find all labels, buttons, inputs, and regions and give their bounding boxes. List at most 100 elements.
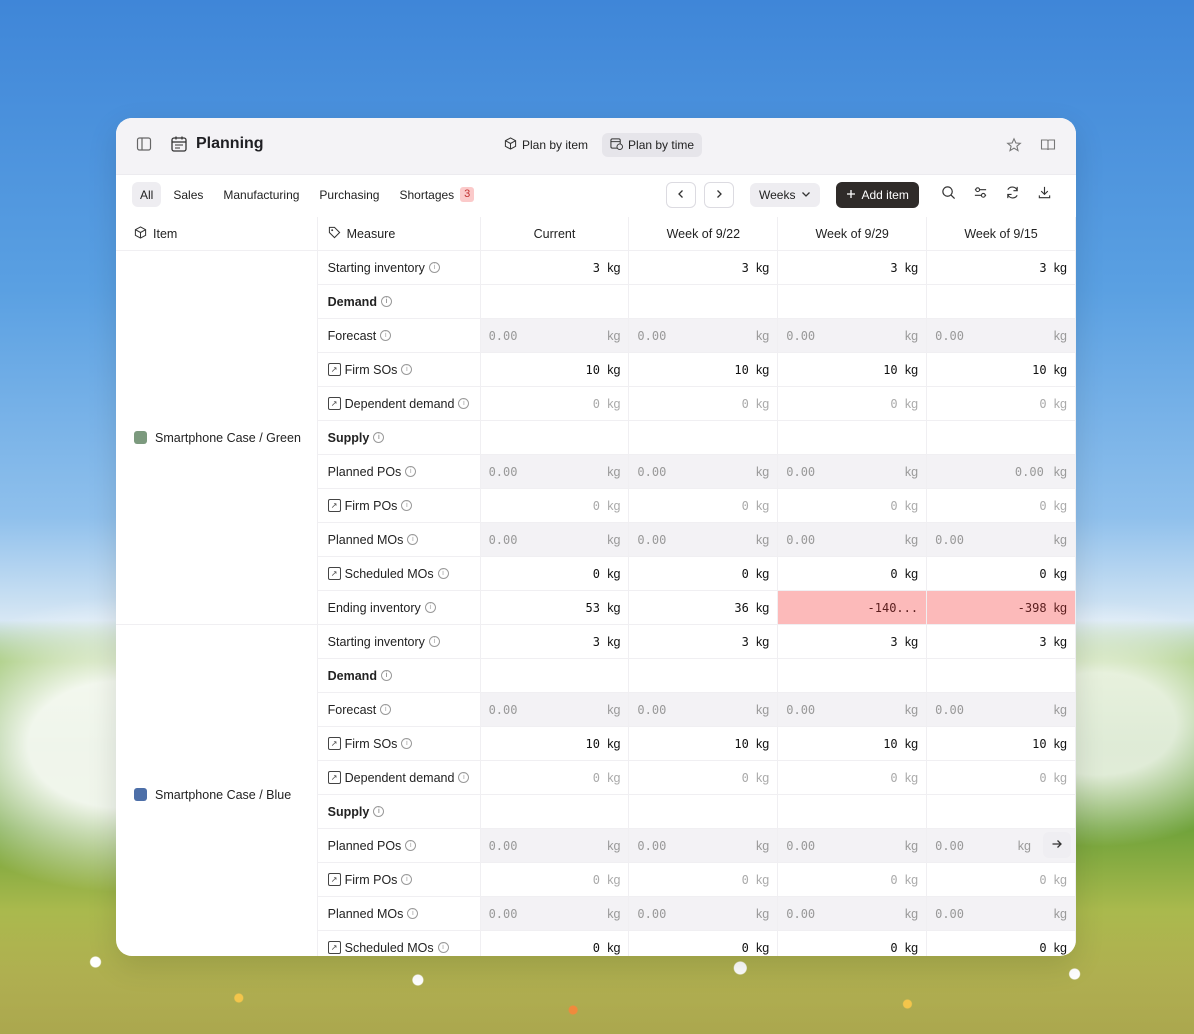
editable-value-cell[interactable]: 0.00 kg xyxy=(628,318,779,353)
value-cell[interactable]: 10 kg xyxy=(628,352,779,387)
book-icon[interactable] xyxy=(1040,137,1056,153)
info-icon[interactable]: i xyxy=(424,602,436,613)
external-link-icon[interactable]: ↗ xyxy=(327,771,341,784)
value-cell[interactable]: 3 kg xyxy=(777,624,928,659)
measure-column-header[interactable]: Measure xyxy=(317,217,481,251)
editable-value-cell[interactable]: 0.00 kg xyxy=(480,896,630,931)
info-icon[interactable]: i xyxy=(405,466,417,477)
value-cell[interactable]: 0 kg xyxy=(777,862,928,897)
value-cell[interactable]: 0 kg xyxy=(777,556,928,591)
external-link-icon[interactable]: ↗ xyxy=(327,737,341,750)
search-icon[interactable] xyxy=(941,185,956,205)
info-icon[interactable]: i xyxy=(428,636,440,647)
info-icon[interactable]: i xyxy=(407,908,419,919)
value-cell[interactable]: 0 kg xyxy=(628,488,779,523)
info-icon[interactable]: i xyxy=(407,534,419,545)
editable-value-cell[interactable]: 0.00 kg xyxy=(480,692,630,727)
info-icon[interactable]: i xyxy=(458,398,470,409)
value-cell[interactable]: 3 kg xyxy=(628,624,779,659)
value-cell[interactable]: 0 kg xyxy=(480,930,630,956)
info-icon[interactable]: i xyxy=(437,568,449,579)
value-cell[interactable]: 10 kg xyxy=(777,726,928,761)
info-icon[interactable]: i xyxy=(437,942,449,953)
download-icon[interactable] xyxy=(1037,185,1052,205)
value-cell[interactable]: 3 kg xyxy=(926,624,1076,659)
editable-value-cell[interactable]: 0.00 kg xyxy=(628,692,779,727)
value-cell[interactable]: 0 kg xyxy=(926,556,1076,591)
editable-value-cell[interactable]: 0.00 kg xyxy=(926,522,1076,557)
value-cell[interactable]: 0 kg xyxy=(926,386,1076,421)
shortage-value-cell[interactable]: -140... xyxy=(777,590,928,625)
external-link-icon[interactable]: ↗ xyxy=(327,363,341,376)
editable-value-cell[interactable]: 0.00 kg xyxy=(480,828,630,863)
external-link-icon[interactable]: ↗ xyxy=(327,499,341,512)
value-cell[interactable]: 3 kg xyxy=(777,250,928,285)
external-link-icon[interactable]: ↗ xyxy=(327,873,341,886)
value-cell[interactable]: 0 kg xyxy=(628,862,779,897)
shortage-value-cell[interactable]: -398 kg xyxy=(926,590,1076,625)
info-icon[interactable]: i xyxy=(380,296,392,307)
value-cell[interactable]: 0 kg xyxy=(480,862,630,897)
current-column-header[interactable]: Current xyxy=(480,217,630,251)
value-cell[interactable]: 0 kg xyxy=(926,862,1076,897)
value-cell[interactable]: 0 kg xyxy=(777,488,928,523)
external-link-icon[interactable]: ↗ xyxy=(327,941,341,954)
editable-value-cell[interactable]: 0.00 kg xyxy=(777,692,928,727)
add-item-button[interactable]: Add item xyxy=(836,182,919,208)
item-cell[interactable]: Smartphone Case / Green xyxy=(116,250,318,625)
info-icon[interactable]: i xyxy=(401,500,413,511)
value-cell[interactable]: 0 kg xyxy=(480,556,630,591)
info-icon[interactable]: i xyxy=(428,262,440,273)
value-cell[interactable]: 0 kg xyxy=(628,556,779,591)
value-cell[interactable]: 3 kg xyxy=(480,250,630,285)
value-cell[interactable]: 10 kg xyxy=(926,726,1076,761)
external-link-icon[interactable]: ↗ xyxy=(327,397,341,410)
value-cell[interactable]: 3 kg xyxy=(628,250,779,285)
scroll-right-button[interactable] xyxy=(1043,832,1071,858)
editable-value-cell[interactable]: 0.00 kg xyxy=(628,522,779,557)
value-cell[interactable]: 3 kg xyxy=(480,624,630,659)
value-cell[interactable]: 0 kg xyxy=(926,930,1076,956)
editable-value-cell[interactable]: 0.00 kg xyxy=(777,454,928,489)
info-icon[interactable]: i xyxy=(373,806,385,817)
value-cell[interactable]: 0 kg xyxy=(777,386,928,421)
value-cell[interactable]: 0 kg xyxy=(926,488,1076,523)
editable-value-cell[interactable]: 0.00 kg xyxy=(926,896,1076,931)
value-cell[interactable]: 0 kg xyxy=(777,930,928,956)
filter-sales[interactable]: Sales xyxy=(165,182,211,207)
editable-value-cell[interactable]: 0.00 kg xyxy=(628,828,779,863)
info-icon[interactable]: i xyxy=(458,772,470,783)
plan-by-time-tab[interactable]: Plan by time xyxy=(602,133,703,157)
editable-value-cell[interactable]: 0.00 kg xyxy=(777,896,928,931)
value-cell[interactable]: 36 kg xyxy=(628,590,779,625)
editable-value-cell[interactable]: 0.00 kg xyxy=(628,896,779,931)
editable-value-cell[interactable]: 0.00 kg xyxy=(480,318,630,353)
value-cell[interactable]: 0 kg xyxy=(628,386,779,421)
value-cell[interactable]: 53 kg xyxy=(480,590,630,625)
value-cell[interactable]: 0 kg xyxy=(926,760,1076,795)
value-cell[interactable]: 0 kg xyxy=(628,930,779,956)
editable-value-cell[interactable]: 0.00 kg xyxy=(480,454,630,489)
plan-by-item-tab[interactable]: Plan by item xyxy=(496,133,596,157)
period-select[interactable]: Weeks xyxy=(750,183,821,207)
filter-all[interactable]: All xyxy=(132,182,162,207)
value-cell[interactable]: 0 kg xyxy=(628,760,779,795)
value-cell[interactable]: 0 kg xyxy=(777,760,928,795)
week-0929-column-header[interactable]: Week of 9/29 xyxy=(777,217,928,251)
info-icon[interactable]: i xyxy=(401,874,413,885)
editable-value-cell[interactable]: 0.00 kg xyxy=(926,692,1076,727)
filter-shortages[interactable]: Shortages 3 xyxy=(391,182,482,207)
value-cell[interactable]: 0 kg xyxy=(480,760,630,795)
filter-manufacturing[interactable]: Manufacturing xyxy=(215,182,307,207)
value-cell[interactable]: 10 kg xyxy=(480,352,630,387)
week-0922-column-header[interactable]: Week of 9/22 xyxy=(628,217,779,251)
refresh-icon[interactable] xyxy=(1005,185,1020,205)
value-cell[interactable]: 3 kg xyxy=(926,250,1076,285)
editable-value-cell[interactable]: 0.00 kg xyxy=(926,454,1076,489)
info-icon[interactable]: i xyxy=(380,670,392,681)
info-icon[interactable]: i xyxy=(405,840,417,851)
value-cell[interactable]: 0 kg xyxy=(480,386,630,421)
value-cell[interactable]: 10 kg xyxy=(926,352,1076,387)
item-cell[interactable]: Smartphone Case / Blue xyxy=(116,624,318,956)
value-cell[interactable]: 0 kg xyxy=(480,488,630,523)
